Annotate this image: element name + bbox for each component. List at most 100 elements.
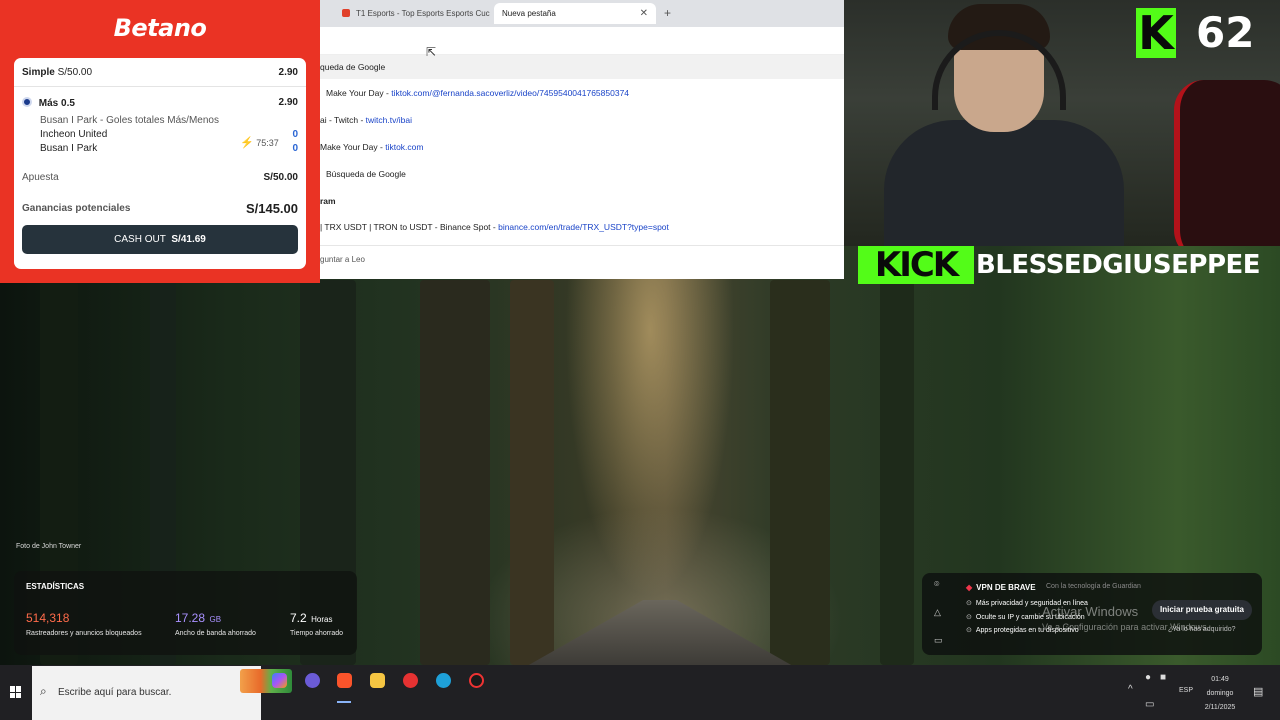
tree-trunk: [770, 280, 830, 665]
tab-new-tab[interactable]: Nueva pestaña ✕: [494, 3, 656, 24]
notifications-icon[interactable]: ▤: [1253, 685, 1263, 698]
winnings-value: S/145.00: [245, 201, 298, 216]
microphone-icon[interactable]: ●: [1145, 672, 1151, 683]
team-away-label: Busan I Park: [40, 143, 98, 154]
suggestion-text: | TRX USDT | TRON to USDT - Binance Spot…: [320, 222, 499, 232]
screen-icon[interactable]: ▭: [934, 635, 943, 646]
stat-unit: GB: [209, 615, 222, 624]
cash-out-button[interactable]: CASH OUT S/41.69: [22, 225, 298, 254]
winnings-label: Ganancias potenciales: [22, 203, 131, 214]
telegram-icon[interactable]: [436, 673, 451, 688]
file-explorer-icon[interactable]: [370, 673, 385, 688]
app-icon[interactable]: [469, 673, 484, 688]
start-free-trial-button[interactable]: Iniciar prueba gratuita: [1152, 600, 1252, 620]
score-away: 0: [292, 143, 298, 154]
kick-k-icon: K: [1138, 6, 1174, 60]
chevron-up-icon[interactable]: ^: [1128, 684, 1133, 695]
suggestion-item[interactable]: ram: [320, 189, 844, 213]
winnings-row: Ganancias potenciales S/145.00: [22, 201, 298, 216]
bet-odds-header: 2.90: [278, 67, 298, 78]
divider: [14, 86, 306, 87]
soccer-ball-icon: [22, 97, 32, 107]
shield-icon[interactable]: ■: [1160, 672, 1166, 683]
check-icon: ⊙: [966, 600, 972, 607]
webcam-feed: K 62: [844, 0, 1280, 246]
stat-value: 17.28: [175, 611, 206, 625]
suggestion-url: twitch.tv/ibai: [365, 115, 412, 125]
tree-trunk: [510, 280, 554, 665]
close-icon[interactable]: ✕: [640, 3, 648, 24]
team-home-label: Incheon United: [40, 129, 108, 140]
suggestion-item[interactable]: | TRX USDT | TRON to USDT - Binance Spot…: [320, 215, 844, 239]
active-app-indicator: [337, 701, 351, 703]
bet-stake-header: S/50.00: [57, 67, 93, 78]
brave-browser-icon[interactable]: [337, 673, 352, 688]
ask-leo-link[interactable]: guntar a Leo: [320, 255, 365, 264]
streamer-torso: [884, 120, 1124, 246]
search-icon: ⌕: [40, 684, 47, 698]
suggestion-text: ram: [320, 196, 336, 206]
copilot-icon[interactable]: [272, 673, 287, 688]
suggestion-text: Make Your Day -: [326, 88, 392, 98]
selection-row: Más 0.5 2.90: [22, 97, 298, 109]
check-icon: ⊙: [966, 627, 972, 634]
suggestion-text: queda de Google: [320, 62, 386, 72]
vpn-shield-icon: ◆: [966, 583, 973, 592]
stake-row: Apuesta S/50.00: [22, 172, 298, 183]
suggestion-url: binance.com/en/trade/TRX_USDT?type=spot: [498, 222, 669, 232]
stat-label: Tiempo ahorrado: [290, 630, 344, 637]
cash-out-value: S/41.69: [171, 234, 206, 245]
stat-time: 7.2 Horas Tiempo ahorrado: [290, 609, 343, 637]
language-indicator[interactable]: ESP: [1179, 687, 1193, 694]
windows-start-icon[interactable]: [10, 686, 22, 698]
new-tab-plus-icon[interactable]: +: [664, 3, 671, 24]
stat-bandwidth: 17.28 GB Ancho de banda ahorrado: [175, 609, 256, 637]
location-pin-icon[interactable]: ⌾: [934, 579, 939, 590]
address-bar[interactable]: [320, 27, 844, 55]
network-icon[interactable]: ▭: [1145, 699, 1154, 710]
suggestion-item[interactable]: Make Your Day - tiktok.com: [320, 135, 844, 159]
bet-slip-card: Simple S/50.00 2.90 Más 0.5 2.90 Busan I…: [14, 58, 306, 269]
brave-stats-widget: ESTADÍSTICAS 514,318 Rastreadores y anun…: [14, 571, 357, 655]
warning-icon[interactable]: △: [934, 607, 941, 618]
suggestion-item[interactable]: Búsqueda de Google: [320, 162, 844, 186]
tab-t1-esports[interactable]: T1 Esports - Top Esports Esports Cuc: [334, 3, 494, 24]
stat-label: Rastreadores y anuncios bloqueados: [26, 630, 142, 637]
taskbar-search-box[interactable]: ⌕ Escribe aquí para buscar.: [32, 666, 292, 720]
stake-label: Apuesta: [22, 172, 59, 183]
activate-windows-title: Activar Windows: [1042, 604, 1139, 619]
tree-trunk: [880, 280, 914, 665]
photo-credit[interactable]: Foto de John Towner: [16, 543, 81, 550]
clock-day: domingo: [1206, 690, 1234, 697]
tab-bar: T1 Esports - Top Esports Esports Cuc Nue…: [320, 0, 844, 27]
browser-window: T1 Esports - Top Esports Esports Cuc Nue…: [320, 0, 844, 279]
windows-taskbar: ⌕ Escribe aquí para buscar. ^ ● ■ ▭ ESP …: [0, 665, 1280, 720]
clock-date: 2/11/2025: [1204, 704, 1236, 711]
vpn-title-text: VPN DE BRAVE: [976, 583, 1036, 592]
stake-value: S/50.00: [263, 172, 298, 183]
search-placeholder: Escribe aquí para buscar.: [58, 687, 172, 698]
suggestion-url: tiktok.com: [385, 142, 424, 152]
suggestion-item[interactable]: ai - Twitch - twitch.tv/ibai: [320, 108, 844, 132]
viewer-count: 62: [1196, 8, 1255, 57]
vpn-title: ◆ VPN DE BRAVE: [966, 583, 1036, 592]
market-name: Busan I Park - Goles totales Más/Menos: [40, 115, 219, 126]
clock-time: 01:49: [1211, 676, 1229, 683]
stat-label: Ancho de banda ahorrado: [175, 630, 256, 637]
betano-bet-overlay: Betano Simple S/50.00 2.90 Más 0.5 2.90 …: [0, 0, 320, 283]
chat-app-icon[interactable]: [305, 673, 320, 688]
selection-name: Más 0.5: [38, 98, 75, 109]
channel-name: BLESSEDGIUSEPPEE: [976, 250, 1261, 280]
suggestion-text: Make Your Day -: [320, 142, 386, 152]
bet-type: Simple: [22, 67, 55, 78]
road: [520, 600, 800, 665]
system-clock[interactable]: 01:49 domingo 2/11/2025: [1200, 673, 1240, 715]
red-app-icon[interactable]: [403, 673, 418, 688]
score-home: 0: [292, 129, 298, 140]
cash-out-label: CASH OUT: [114, 234, 166, 245]
suggestion-item[interactable]: Make Your Day - tiktok.com/@fernanda.sac…: [320, 81, 844, 105]
selection-odds: 2.90: [278, 97, 298, 108]
gaming-chair: [1174, 80, 1280, 246]
suggestion-text: ai - Twitch -: [320, 115, 366, 125]
suggestion-item[interactable]: queda de Google: [320, 55, 844, 79]
